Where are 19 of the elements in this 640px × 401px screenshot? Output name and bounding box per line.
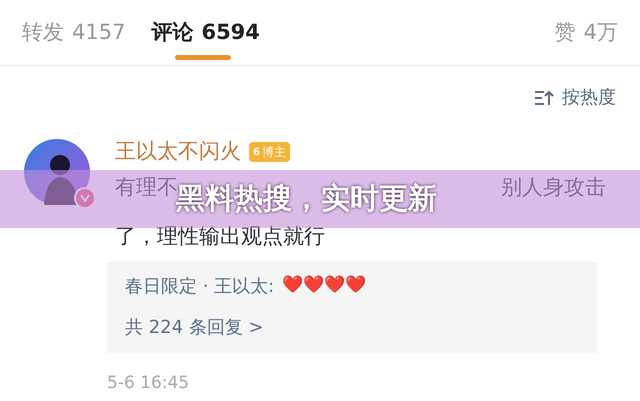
comment-text: 别人身攻击 <box>501 174 606 200</box>
comment-time: 5-6 16:45 <box>107 372 190 394</box>
author-name[interactable]: 王以太不闪火 <box>115 136 241 168</box>
blogger-badge: 6 博主 <box>249 142 290 162</box>
tab-underline <box>175 54 232 60</box>
tab[interactable]: 转发 4157 <box>22 0 126 66</box>
replies-link[interactable]: 共 224 条回复 > <box>125 314 579 340</box>
likes-count[interactable]: 赞 4万 <box>554 16 618 48</box>
sort-button[interactable]: 按热度 <box>534 84 616 111</box>
banner-text: 黑料热搜，实时更新 <box>176 181 437 218</box>
sort-icon <box>534 88 554 106</box>
reply-box[interactable]: 春日限定 · 王以太: ❤❤❤❤ 共 224 条回复 > <box>107 260 597 352</box>
level-label: 6 <box>253 146 260 160</box>
reply-author[interactable]: 春日限定 · 王以太: <box>125 272 274 300</box>
avatar[interactable] <box>24 139 90 205</box>
comment-text: 有理不 <box>115 174 178 198</box>
tab[interactable]: 评论 6594 <box>151 0 260 66</box>
reply-text: ❤❤❤❤ <box>282 274 366 298</box>
comment-text: 了，理性输出观点就行 <box>115 223 326 250</box>
